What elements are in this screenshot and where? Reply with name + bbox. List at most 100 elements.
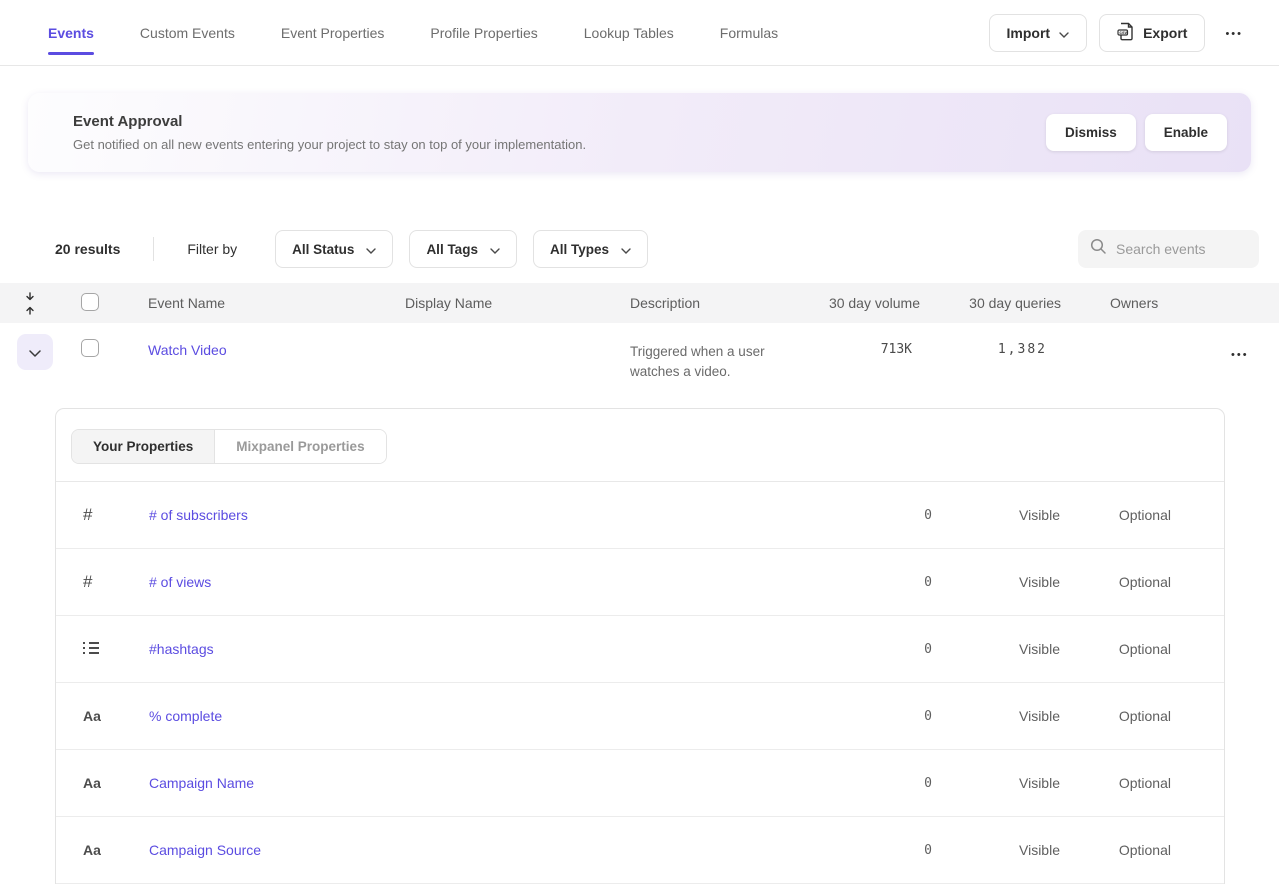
column-queries: 30 day queries <box>920 295 1061 311</box>
property-query-count: 0 <box>820 575 940 590</box>
property-name-link[interactable]: Campaign Source <box>149 842 261 858</box>
top-nav: Events Custom Events Event Properties Pr… <box>0 0 1279 66</box>
row-checkbox[interactable] <box>81 339 99 357</box>
property-visibility: Visible <box>940 775 1060 791</box>
property-requirement: Optional <box>1060 842 1171 858</box>
property-visibility: Visible <box>940 842 1060 858</box>
property-requirement: Optional <box>1060 708 1171 724</box>
property-query-count: 0 <box>820 776 940 791</box>
property-query-count: 0 <box>820 508 940 523</box>
event-approval-banner: Event Approval Get notified on all new e… <box>28 93 1251 172</box>
collapse-all-icon[interactable] <box>0 292 60 315</box>
property-visibility: Visible <box>940 641 1060 657</box>
ellipsis-icon <box>1231 346 1249 361</box>
column-owners: Owners <box>1061 295 1221 311</box>
property-type-icon <box>83 842 101 858</box>
property-type-icon <box>83 641 99 657</box>
property-requirement: Optional <box>1060 641 1171 657</box>
property-requirement: Optional <box>1060 507 1171 523</box>
property-name-link[interactable]: #hashtags <box>149 641 214 657</box>
banner-description: Get notified on all new events entering … <box>73 137 586 152</box>
properties-tabs: Your Properties Mixpanel Properties <box>71 429 387 464</box>
event-volume: 713K <box>822 323 920 357</box>
property-name-link[interactable]: Campaign Name <box>149 775 254 791</box>
property-row: % complete 0 Visible Optional <box>56 683 1224 750</box>
tab-lookup-tables[interactable]: Lookup Tables <box>584 0 674 65</box>
search-box <box>1078 230 1259 268</box>
tab-formulas[interactable]: Formulas <box>720 0 778 65</box>
types-filter-label: All Types <box>550 242 609 257</box>
property-row: #hashtags 0 Visible Optional <box>56 616 1224 683</box>
filter-by-label: Filter by <box>187 241 237 257</box>
export-button[interactable]: csv Export <box>1099 14 1205 52</box>
property-type-icon <box>83 505 92 525</box>
csv-file-icon: csv <box>1117 22 1134 44</box>
event-display-name <box>405 323 630 342</box>
ellipsis-icon <box>1225 25 1243 40</box>
property-row: Campaign Source 0 Visible Optional <box>56 817 1224 884</box>
table-header: Event Name Display Name Description 30 d… <box>0 283 1279 323</box>
property-type-icon <box>83 572 92 592</box>
import-button[interactable]: Import <box>989 14 1088 52</box>
tags-filter-label: All Tags <box>426 242 478 257</box>
chevron-down-icon <box>366 242 376 257</box>
property-query-count: 0 <box>820 709 940 724</box>
property-row: Campaign Name 0 Visible Optional <box>56 750 1224 817</box>
results-count: 20 results <box>55 241 120 257</box>
event-row: Watch Video Triggered when a user watche… <box>0 323 1279 408</box>
search-icon <box>1090 238 1107 260</box>
tab-mixpanel-properties[interactable]: Mixpanel Properties <box>215 430 385 463</box>
svg-text:csv: csv <box>1119 30 1127 35</box>
chevron-down-icon <box>1059 25 1069 41</box>
chevron-down-icon <box>490 242 500 257</box>
tags-filter-dropdown[interactable]: All Tags <box>409 230 517 268</box>
tab-event-properties[interactable]: Event Properties <box>281 0 385 65</box>
more-options-button[interactable] <box>1217 21 1251 44</box>
filter-toolbar: 20 results Filter by All Status All Tags… <box>55 230 1259 268</box>
event-name-link[interactable]: Watch Video <box>148 342 227 358</box>
enable-button[interactable]: Enable <box>1145 114 1227 151</box>
event-owners <box>1061 323 1221 342</box>
status-filter-label: All Status <box>292 242 354 257</box>
chevron-down-icon <box>29 345 41 360</box>
properties-panel: Your Properties Mixpanel Properties # of… <box>55 408 1225 884</box>
nav-tabs: Events Custom Events Event Properties Pr… <box>48 0 824 65</box>
collapse-row-button[interactable] <box>17 334 53 370</box>
divider <box>153 237 154 261</box>
column-description: Description <box>630 295 822 311</box>
property-row: # of views 0 Visible Optional <box>56 549 1224 616</box>
nav-actions: Import csv Export <box>989 0 1251 65</box>
property-name-link[interactable]: # of subscribers <box>149 507 248 523</box>
property-visibility: Visible <box>940 507 1060 523</box>
banner-actions: Dismiss Enable <box>1046 114 1227 151</box>
event-description: Triggered when a user watches a video. <box>630 323 822 382</box>
column-volume: 30 day volume <box>822 295 920 311</box>
property-row: # of subscribers 0 Visible Optional <box>56 482 1224 549</box>
tab-events[interactable]: Events <box>48 0 94 65</box>
column-display-name: Display Name <box>405 295 630 311</box>
dismiss-button[interactable]: Dismiss <box>1046 114 1136 151</box>
properties-tab-bar: Your Properties Mixpanel Properties <box>56 409 1224 482</box>
tab-your-properties[interactable]: Your Properties <box>72 430 215 463</box>
property-visibility: Visible <box>940 574 1060 590</box>
property-requirement: Optional <box>1060 775 1171 791</box>
export-button-label: Export <box>1143 25 1187 41</box>
status-filter-dropdown[interactable]: All Status <box>275 230 393 268</box>
property-requirement: Optional <box>1060 574 1171 590</box>
tab-profile-properties[interactable]: Profile Properties <box>430 0 537 65</box>
types-filter-dropdown[interactable]: All Types <box>533 230 648 268</box>
select-all-checkbox[interactable] <box>81 293 99 311</box>
property-visibility: Visible <box>940 708 1060 724</box>
row-more-options-button[interactable] <box>1223 342 1257 365</box>
property-type-icon <box>83 708 101 724</box>
tab-custom-events[interactable]: Custom Events <box>140 0 235 65</box>
column-event-name: Event Name <box>148 295 405 311</box>
properties-list: # of subscribers 0 Visible Optional # of… <box>56 482 1224 884</box>
banner-text: Event Approval Get notified on all new e… <box>73 113 586 152</box>
search-input[interactable] <box>1116 241 1247 257</box>
banner-title: Event Approval <box>73 113 586 130</box>
event-queries: 1,382 <box>920 323 1061 357</box>
property-type-icon <box>83 775 101 791</box>
property-name-link[interactable]: % complete <box>149 708 222 724</box>
property-name-link[interactable]: # of views <box>149 574 211 590</box>
